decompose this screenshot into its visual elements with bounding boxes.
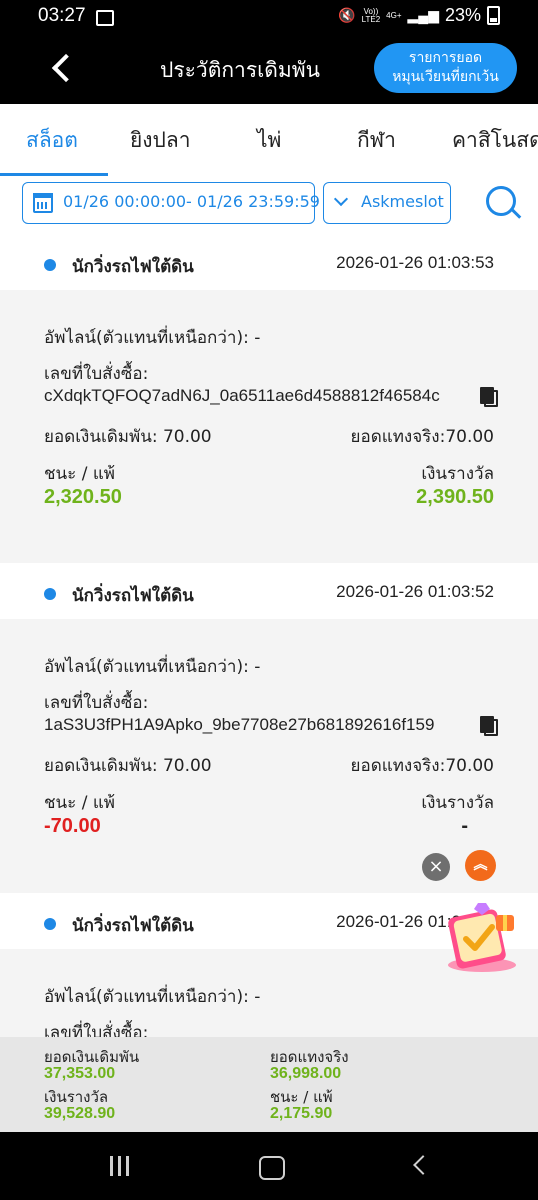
- record-game-name: นักวิ่งรถไฟใต้ดิน: [72, 586, 194, 606]
- game-select[interactable]: Askmeslot: [323, 182, 451, 224]
- copy-icon[interactable]: [480, 716, 498, 736]
- status-dot: [44, 918, 56, 930]
- gallery-notification-icon: [96, 10, 114, 26]
- upline-text: อัพไลน์(ตัวแทนที่เหนือกว่า): -: [44, 987, 261, 1007]
- turnover-line2: หมุนเวียนที่ยกเว้น: [392, 69, 499, 85]
- order-id: cXdqkTQFOQ7adN6J_0a6511ae6d4588812f46584…: [44, 386, 440, 405]
- gift-checklist-icon: [448, 903, 516, 972]
- record-body: อัพไลน์(ตัวแทนที่เหนือกว่า): - เลขที่ใบส…: [0, 290, 538, 540]
- prize-label: เงินรางวัล: [421, 464, 494, 484]
- promo-gift-button[interactable]: [442, 895, 522, 975]
- copy-icon[interactable]: [480, 387, 498, 407]
- calendar-icon: [33, 193, 53, 213]
- search-button[interactable]: [486, 186, 522, 222]
- double-chevron-up-icon: ︽: [473, 857, 488, 873]
- status-dot: [44, 588, 56, 600]
- prize-value: -: [461, 815, 468, 837]
- winloss-label: ชนะ / แพ้: [44, 793, 115, 813]
- summary-prize-value: 39,528.90: [44, 1105, 116, 1122]
- back-button[interactable]: [46, 50, 82, 86]
- volte-indicator: Vo)) LTE2: [361, 6, 381, 24]
- tab-live-casino[interactable]: คาสิโนสด: [452, 124, 538, 157]
- record-time: 2026-01-26 01:03:52: [336, 582, 494, 601]
- category-tabs: สล็อต ยิงปลา ไพ่ กีฬา คาสิโนสด: [0, 104, 538, 176]
- data-indicator: 4G+: [386, 10, 402, 20]
- battery-icon: [487, 6, 500, 25]
- tab-fishing[interactable]: ยิงปลา: [130, 124, 191, 157]
- filter-bar: 01/26 00:00:00- 01/26 23:59:59 Askmeslot: [0, 176, 538, 234]
- status-dot: [44, 259, 56, 271]
- summary-winloss-value: 2,175.90: [270, 1105, 333, 1122]
- winloss-value: -70.00: [44, 815, 101, 837]
- app-header: ประวัติการเดิมพัน รายการยอด หมุนเวียนที่…: [0, 34, 538, 104]
- chevron-down-icon: [333, 191, 349, 207]
- summary-actual-value: 36,998.00: [270, 1065, 342, 1082]
- status-time: 03:27: [38, 5, 86, 26]
- actual-bet: ยอดแทงจริง:70.00: [350, 427, 494, 447]
- summary-bet-value: 37,353.00: [44, 1065, 116, 1082]
- prize-value: 2,390.50: [416, 486, 494, 508]
- date-range-value: 01/26 00:00:00- 01/26 23:59:59: [63, 192, 320, 211]
- close-float-button[interactable]: ×: [422, 853, 450, 881]
- system-back-icon[interactable]: [413, 1155, 433, 1175]
- upline-text: อัพไลน์(ตัวแทนที่เหนือกว่า): -: [44, 657, 261, 677]
- status-bar: 03:27 🔇 Vo)) LTE2 4G+ ▂▄▆ 23%: [0, 0, 538, 34]
- exempt-turnover-button[interactable]: รายการยอด หมุนเวียนที่ยกเว้น: [374, 43, 517, 93]
- record-game-name: นักวิ่งรถไฟใต้ดิน: [72, 257, 194, 277]
- turnover-line1: รายการยอด: [408, 50, 483, 66]
- game-select-value: Askmeslot: [361, 192, 444, 211]
- date-range-picker[interactable]: 01/26 00:00:00- 01/26 23:59:59: [22, 182, 320, 224]
- winloss-label: ชนะ / แพ้: [44, 464, 115, 484]
- recent-apps-icon[interactable]: [108, 1156, 132, 1176]
- tab-sports[interactable]: กีฬา: [357, 124, 396, 157]
- upline-text: อัพไลน์(ตัวแทนที่เหนือกว่า): -: [44, 328, 261, 348]
- record-body: อัพไลน์(ตัวแทนที่เหนือกว่า): - เลขที่ใบส…: [0, 619, 538, 869]
- actual-bet: ยอดแทงจริง:70.00: [350, 756, 494, 776]
- summary-panel: ยอดเงินเดิมพัน 37,353.00 ยอดแทงจริง 36,9…: [0, 1037, 538, 1132]
- winloss-value: 2,320.50: [44, 486, 122, 508]
- page-title: ประวัติการเดิมพัน: [160, 58, 320, 82]
- battery-percent: 23%: [444, 5, 481, 25]
- bet-amount: ยอดเงินเดิมพัน: 70.00: [44, 756, 212, 776]
- bet-history-list[interactable]: นักวิ่งรถไฟใต้ดิน 2026-01-26 01:03:53 อั…: [0, 234, 538, 1132]
- record-header: นักวิ่งรถไฟใต้ดิน 2026-01-26 01:03:53: [0, 234, 538, 290]
- record-game-name: นักวิ่งรถไฟใต้ดิน: [72, 916, 194, 936]
- system-nav-bar: [0, 1132, 538, 1200]
- mute-icon: 🔇: [338, 7, 356, 23]
- order-label: เลขที่ใบสั่งซื้อ:: [44, 693, 149, 713]
- tab-cards[interactable]: ไพ่: [257, 124, 281, 157]
- bet-amount: ยอดเงินเดิมพัน: 70.00: [44, 427, 212, 447]
- tab-slot[interactable]: สล็อต: [26, 124, 78, 157]
- scroll-top-button[interactable]: ︽: [465, 850, 496, 881]
- prize-label: เงินรางวัล: [421, 793, 494, 813]
- order-label: เลขที่ใบสั่งซื้อ:: [44, 364, 149, 384]
- signal-icon: ▂▄▆: [407, 7, 439, 23]
- order-id: 1aS3U3fPH1A9Apko_9be7708e27b681892616f15…: [44, 715, 435, 734]
- record-header: นักวิ่งรถไฟใต้ดิน 2026-01-26 01:03:52: [0, 563, 538, 619]
- record-time: 2026-01-26 01:03:53: [336, 253, 494, 272]
- status-icons: 🔇 Vo)) LTE2 4G+ ▂▄▆ 23%: [338, 5, 500, 26]
- close-icon: ×: [428, 856, 444, 877]
- home-icon[interactable]: [259, 1156, 285, 1180]
